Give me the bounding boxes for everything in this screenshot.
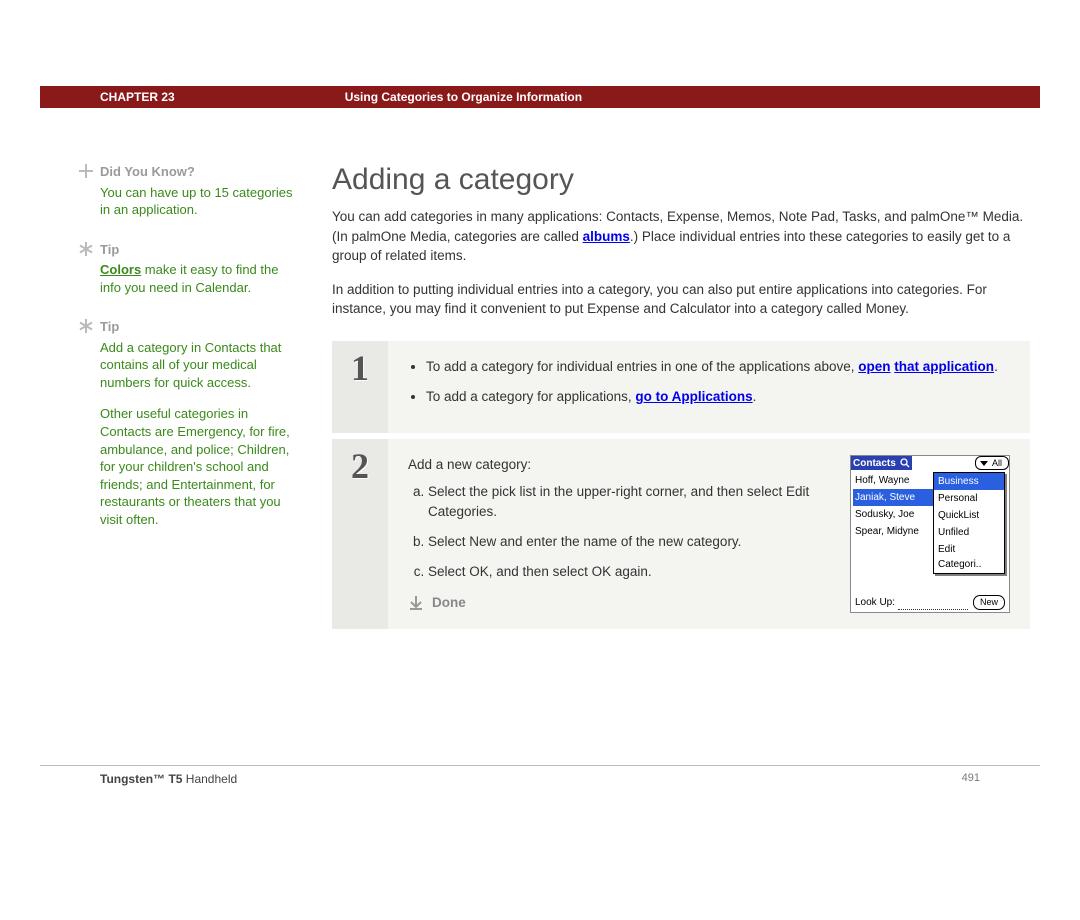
open-app-link-1[interactable]: open [858,359,890,374]
tip2-p2: Other useful categories in Contacts are … [100,405,300,528]
doc-header: CHAPTER 23 Using Categories to Organize … [40,86,1040,108]
device-screenshot: Contacts All Hoff, WayneJaniak, SteveSod… [850,455,1010,613]
step2-lead: Add a new category: [408,455,836,475]
menu-item[interactable]: Unfiled [934,524,1004,541]
page-number: 491 [962,772,980,786]
category-menu[interactable]: BusinessPersonalQuickListUnfiledEdit Cat… [933,472,1005,574]
menu-item[interactable]: Business [934,473,1004,490]
chapter-prefix: CHAPTER [100,90,158,104]
tip2-p1: Add a category in Contacts that contains… [100,339,300,392]
goto-applications-link[interactable]: go to Applications [635,389,752,404]
albums-link[interactable]: albums [583,229,630,244]
done-label: Done [432,593,466,613]
doc-header-title: Using Categories to Organize Information [345,90,582,104]
page-footer: Tungsten™ T5 Handheld 491 [40,765,1040,786]
step-number-badge: 1 [332,341,388,434]
chapter-number: 23 [161,90,174,104]
did-you-know-block: Did You Know? You can have up to 15 cate… [100,163,300,219]
picklist-value: All [992,457,1002,471]
contact-row[interactable]: Hoff, Wayne [853,472,945,489]
did-you-know-label: Did You Know? [100,163,300,181]
device-app-title: Contacts [851,456,898,470]
dropdown-triangle-icon [980,461,988,466]
step2-a: Select the pick list in the upper-right … [428,482,836,523]
did-you-know-body: You can have up to 15 categories in an a… [100,184,300,219]
sidebar: Did You Know? You can have up to 15 cate… [40,163,300,635]
contact-row[interactable]: Spear, Midyne [853,523,945,540]
plus-icon [78,163,94,179]
step1-bullet-2: To add a category for applications, go t… [426,387,1010,407]
tip2-block: Tip Add a category in Contacts that cont… [100,318,300,528]
intro-para-2: In addition to putting individual entrie… [332,280,1030,319]
menu-item[interactable]: QuickList [934,507,1004,524]
main-content: Adding a category You can add categories… [300,163,1040,635]
chapter-label: CHAPTER 23 [40,90,175,104]
step2-c: Select OK, and then select OK again. [428,562,836,582]
step2-b: Select New and enter the name of the new… [428,532,836,552]
step-number: 1 [351,347,369,389]
lookup-label: Look Up: [855,595,968,610]
s1b1-text: To add a category for individual entries… [426,359,858,374]
category-picklist[interactable]: All [975,456,1009,470]
contact-row[interactable]: Sodusky, Joe [853,506,945,523]
product-rest: Handheld [182,772,237,786]
tip1-label: Tip [100,241,300,259]
menu-item[interactable]: Personal [934,490,1004,507]
product-name: Tungsten™ T5 Handheld [100,772,237,786]
lookup-field[interactable] [898,599,968,610]
step-number: 2 [351,445,369,487]
done-row: Done [408,593,836,613]
tip2-label: Tip [100,318,300,336]
product-bold: Tungsten™ T5 [100,772,182,786]
step-2: 2 Add a new category: Select the pick li… [332,439,1030,629]
contact-row[interactable]: Janiak, Steve [853,489,945,506]
s1b2-text: To add a category for applications, [426,389,635,404]
colors-link[interactable]: Colors [100,262,141,277]
tip1-block: Tip Colors make it easy to find the info… [100,241,300,297]
asterisk-icon [78,318,94,334]
new-button[interactable]: New [973,595,1005,611]
search-icon[interactable] [898,456,912,470]
step-number-badge: 2 [332,439,388,629]
step-1: 1 To add a category for individual entri… [332,341,1030,434]
done-arrow-icon [408,595,424,611]
intro-para-1: You can add categories in many applicati… [332,207,1030,266]
page-title: Adding a category [332,163,1030,197]
tip1-body: Colors make it easy to find the info you… [100,261,300,296]
step1-bullet-1: To add a category for individual entries… [426,357,1010,377]
menu-item[interactable]: Edit Categori.. [934,541,1004,573]
open-app-link-2[interactable]: that application [894,359,994,374]
asterisk-icon [78,241,94,257]
